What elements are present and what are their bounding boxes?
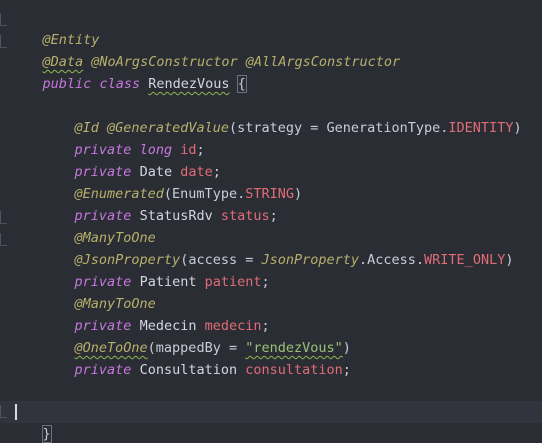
open-brace: { (236, 75, 247, 93)
code-line[interactable]: @Entity (10, 7, 100, 48)
code-line[interactable]: @Id @GeneratedValue(strategy = Generatio… (10, 95, 522, 136)
code-line[interactable]: private Consultation consultation; (10, 337, 351, 378)
annotation-allargs: @AllArgsConstructor (245, 54, 401, 70)
code-line[interactable]: @JsonProperty(access = JsonProperty.Acce… (10, 227, 514, 268)
code-line[interactable]: @OneToOne(mappedBy = "rendezVous") (10, 315, 351, 356)
code-line[interactable]: public class RendezVous { (10, 51, 247, 93)
semicolon: ; (261, 274, 270, 290)
field-consultation: consultation (245, 362, 343, 378)
keyword-public: public (42, 76, 92, 92)
class-name: RendezVous (148, 76, 230, 92)
code-line[interactable]: @Enumerated(EnumType.STRING) (10, 161, 303, 202)
fold-marker-icon[interactable] (0, 211, 7, 224)
code-line[interactable]: private Medecin medecin; (10, 293, 270, 334)
text-caret (15, 404, 17, 420)
close-brace: } (41, 425, 52, 443)
keyword-private: private (74, 362, 132, 378)
annotation-args: (strategy = GenerationType. (228, 120, 449, 136)
fold-marker-icon[interactable] (0, 35, 7, 48)
annotation-args-close: ) (293, 186, 303, 202)
constant-identity: IDENTITY (448, 120, 514, 136)
annotation-args-close: ) (505, 252, 514, 268)
json-property-ref: JsonProperty (261, 252, 360, 268)
code-line[interactable]: @ManyToOne (10, 271, 156, 312)
code-line[interactable]: private Patient patient; (10, 249, 270, 290)
code-line[interactable]: private StatusRdv status; (10, 183, 278, 224)
fold-marker-icon[interactable] (0, 233, 7, 246)
fold-marker-icon[interactable] (0, 405, 7, 418)
semicolon: ; (269, 208, 278, 224)
code-line[interactable]: private long id; (10, 117, 205, 158)
type-consultation: Consultation (139, 362, 238, 378)
constant-write-only: WRITE_ONLY (424, 252, 506, 268)
code-editor[interactable]: @Entity @Data @NoArgsConstructor @AllArg… (0, 0, 542, 443)
field-status: status (220, 208, 270, 224)
field-patient: patient (204, 274, 262, 290)
access-path: .Access. (359, 252, 425, 268)
annotation-args-close: ) (513, 120, 522, 136)
fold-marker-icon[interactable] (0, 13, 7, 26)
code-line[interactable]: @ManyToOne (10, 205, 156, 246)
current-line-highlight (0, 401, 542, 423)
code-line[interactable]: private Date date; (10, 139, 221, 180)
code-line[interactable]: @Data @NoArgsConstructor @AllArgsConstru… (10, 29, 401, 70)
keyword-class: class (99, 76, 141, 92)
semicolon: ; (342, 362, 351, 378)
